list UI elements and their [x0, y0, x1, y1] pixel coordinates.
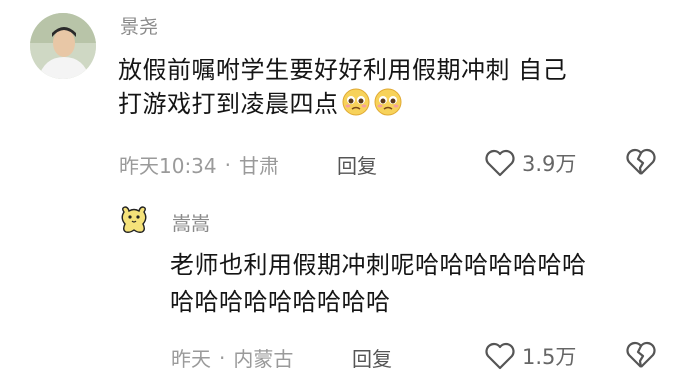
broken-heart-icon — [626, 341, 656, 368]
like-button[interactable]: 1.5万 — [484, 341, 576, 371]
avatar-photo-icon — [30, 13, 96, 79]
comment-item: 景尧 放假前嘱咐学生要好好利用假期冲刺 自己 打游戏打到凌晨四点 昨天10:34… — [0, 0, 690, 195]
username[interactable]: 景尧 — [120, 12, 158, 39]
username[interactable]: 嵩嵩 — [172, 209, 210, 236]
dislike-button[interactable] — [625, 148, 657, 180]
comment-text-line: 打游戏打到凌晨四点 — [118, 87, 567, 121]
location: 甘肃 — [239, 154, 279, 178]
broken-heart-icon — [626, 148, 656, 175]
pleading-face-icon — [341, 87, 371, 117]
like-count: 1.5万 — [522, 345, 577, 369]
comment-item: 嵩嵩 老师也利用假期冲刺呢哈哈哈哈哈哈哈 哈哈哈哈哈哈哈哈哈 昨天 · 内蒙古 … — [0, 195, 690, 378]
comment-text-line: 老师也利用假期冲刺呢哈哈哈哈哈哈哈 — [170, 251, 587, 279]
like-button[interactable]: 3.9万 — [484, 148, 576, 178]
comment-text-line: 哈哈哈哈哈哈哈哈哈 — [170, 288, 391, 316]
cartoon-avatar-icon — [121, 206, 147, 233]
comment-text: 放假前嘱咐学生要好好利用假期冲刺 自己 打游戏打到凌晨四点 — [118, 54, 567, 121]
separator: · — [219, 345, 226, 370]
like-count: 3.9万 — [522, 152, 577, 176]
comment-meta: 昨天 · 内蒙古 — [171, 343, 293, 372]
timestamp: 昨天10:34 — [119, 154, 217, 178]
reply-button[interactable]: 回复 — [352, 343, 392, 372]
avatar[interactable] — [118, 204, 150, 236]
location: 内蒙古 — [233, 347, 294, 371]
separator: · — [224, 152, 231, 177]
heart-icon — [485, 149, 515, 177]
heart-icon — [485, 342, 515, 370]
reply-button[interactable]: 回复 — [337, 150, 377, 179]
dislike-button[interactable] — [625, 341, 657, 373]
avatar[interactable] — [30, 13, 96, 79]
pleading-face-icon — [373, 87, 403, 117]
comment-text-line: 放假前嘱咐学生要好好利用假期冲刺 自己 — [118, 56, 568, 84]
timestamp: 昨天 — [171, 347, 211, 371]
comment-meta: 昨天10:34 · 甘肃 — [119, 150, 279, 179]
comment-text: 老师也利用假期冲刺呢哈哈哈哈哈哈哈 哈哈哈哈哈哈哈哈哈 — [170, 247, 587, 321]
